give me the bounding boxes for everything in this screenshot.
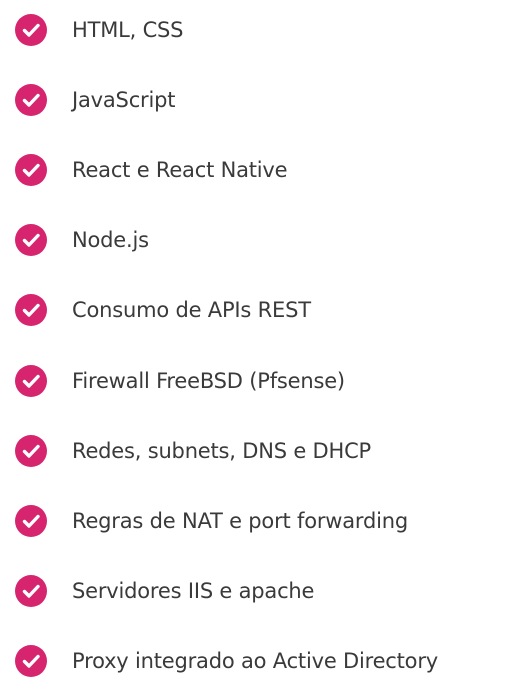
check-icon — [15, 84, 47, 116]
skill-item: Consumo de APIs REST — [0, 290, 518, 330]
check-icon — [15, 645, 47, 677]
skill-label: Node.js — [72, 228, 149, 252]
skill-label: React e React Native — [72, 158, 288, 182]
skill-item: HTML, CSS — [0, 10, 518, 50]
skill-item: Proxy integrado ao Active Directory — [0, 641, 518, 681]
check-icon — [15, 224, 47, 256]
skill-item: Regras de NAT e port forwarding — [0, 501, 518, 541]
check-icon — [15, 435, 47, 467]
skill-item: Firewall FreeBSD (Pfsense) — [0, 361, 518, 401]
skill-label: Firewall FreeBSD (Pfsense) — [72, 369, 345, 393]
skill-item: Servidores IIS e apache — [0, 571, 518, 611]
skill-label: Regras de NAT e port forwarding — [72, 509, 408, 533]
check-icon — [15, 575, 47, 607]
skill-item: Redes, subnets, DNS e DHCP — [0, 431, 518, 471]
skill-label: Proxy integrado ao Active Directory — [72, 649, 438, 673]
skill-label: HTML, CSS — [72, 18, 184, 42]
skill-item: JavaScript — [0, 80, 518, 120]
check-icon — [15, 294, 47, 326]
check-icon — [15, 365, 47, 397]
check-icon — [15, 505, 47, 537]
skill-item: React e React Native — [0, 150, 518, 190]
skill-label: JavaScript — [72, 88, 176, 112]
check-icon — [15, 14, 47, 46]
skill-label: Servidores IIS e apache — [72, 579, 315, 603]
check-icon — [15, 154, 47, 186]
skill-label: Redes, subnets, DNS e DHCP — [72, 439, 372, 463]
skill-label: Consumo de APIs REST — [72, 298, 311, 322]
skill-item: Node.js — [0, 220, 518, 260]
